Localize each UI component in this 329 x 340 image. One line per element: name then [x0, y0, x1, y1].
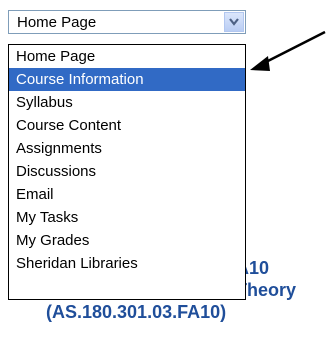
- pointer-arrow-icon: [250, 30, 326, 71]
